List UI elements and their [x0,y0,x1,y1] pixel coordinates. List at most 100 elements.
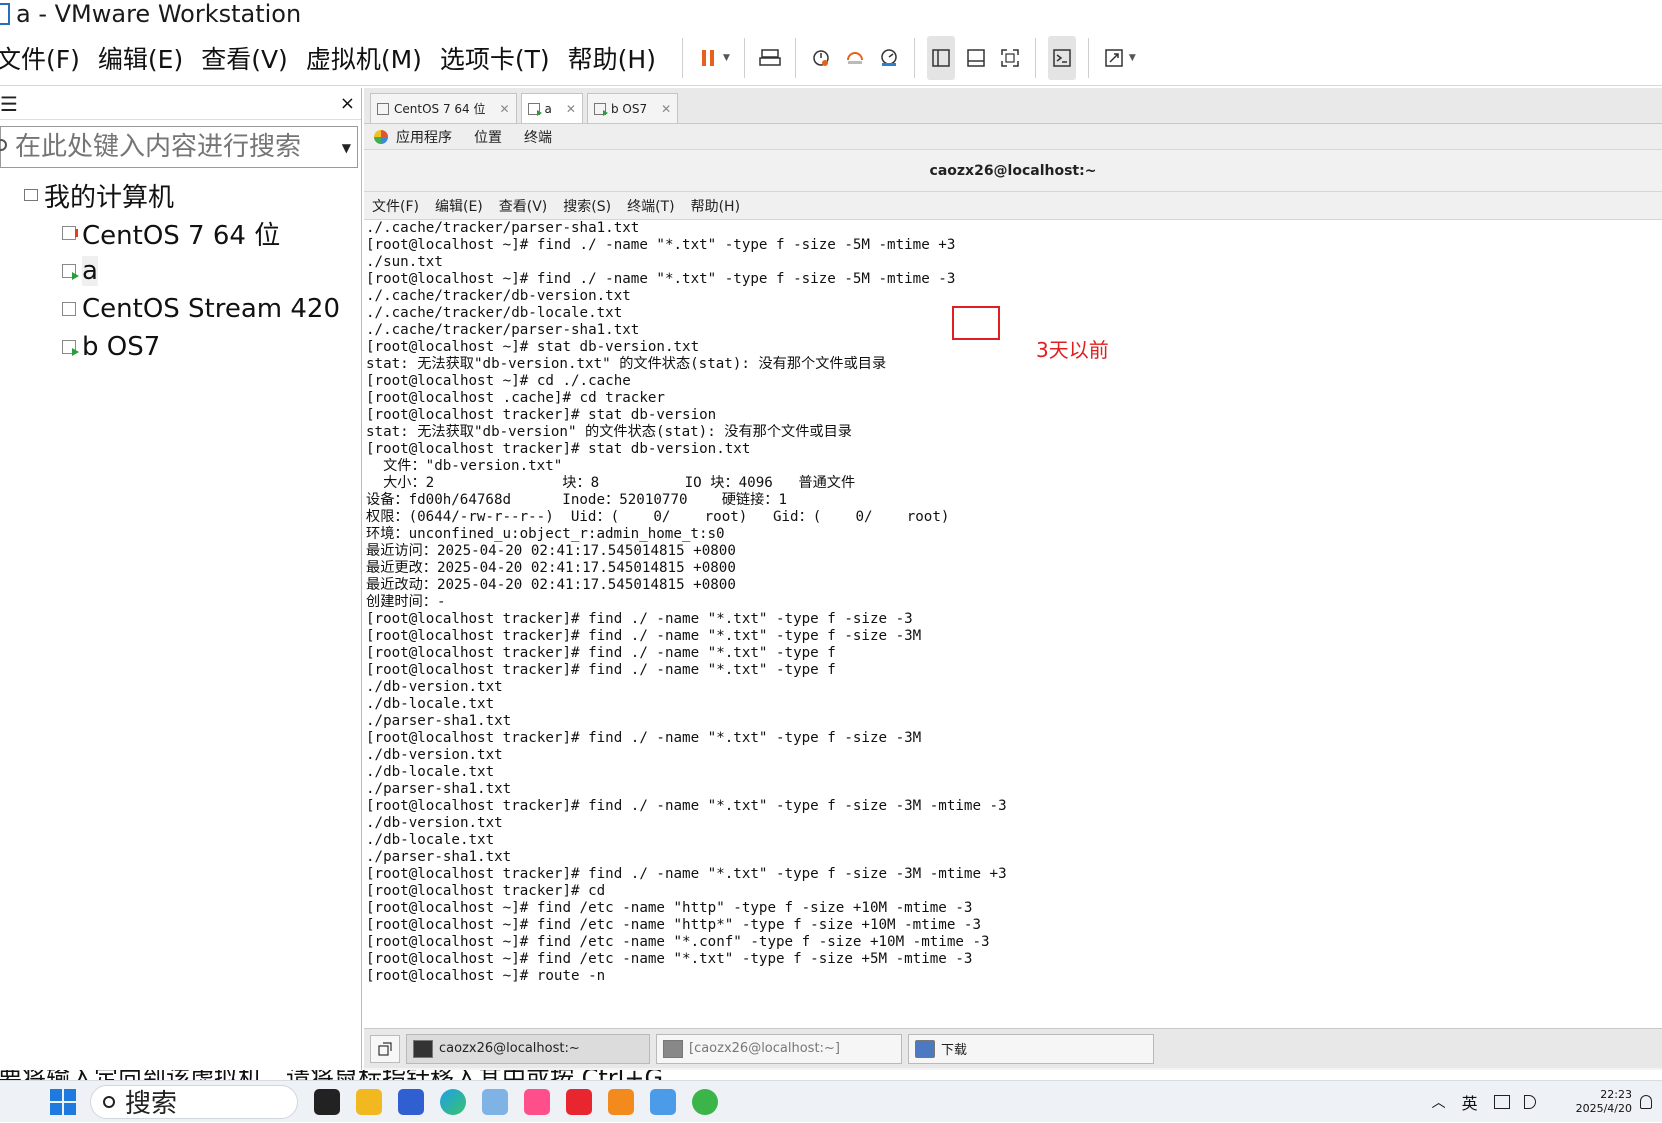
input-language-indicator[interactable]: 英 [1462,1090,1478,1114]
photos-icon[interactable] [482,1088,508,1115]
terminal-line: 最近访问：2025-04-20 02:41:17.545014815 +0800 [366,543,736,559]
terminal-menu-view[interactable]: 查看(V) [499,196,548,216]
terminal-line: [root@localhost ~]# cd ./.cache [366,373,631,389]
guest-task-terminal[interactable]: caozx26@localhost:~ [406,1033,650,1064]
network-icon[interactable] [1493,1095,1510,1109]
terminal-line: ./sun.txt [366,254,443,270]
terminal-line: [root@localhost tracker]# find ./ -name … [366,628,922,644]
library-view-icon[interactable] [926,35,955,80]
tree-item-b-os7[interactable]: b OS7 [62,328,361,366]
terminal-menu-help[interactable]: 帮助(H) [691,196,740,216]
terminal-line: ./parser-sha1.txt [366,713,512,729]
vm-suspended-icon [62,226,78,240]
send-ctrl-alt-del-icon[interactable] [757,45,783,71]
vm-tab-icon [527,102,542,116]
stretch-icon[interactable] [1101,45,1127,71]
library-search-input[interactable] [1,132,321,162]
thumbnail-bar-icon[interactable] [963,45,989,71]
menu-edit[interactable]: 编辑(E) [98,40,183,76]
close-icon[interactable]: × [340,93,355,114]
edge-browser-icon[interactable] [440,1088,466,1115]
menu-help[interactable]: 帮助(H) [568,40,656,76]
terminal-line: 创建时间：- [366,594,446,610]
tab-label: CentOS 7 64 位 [394,102,486,116]
terminal-line: [root@localhost ~]# find /etc -name "htt… [366,900,973,916]
clock[interactable]: 22:23 2025/4/20 [1576,1088,1632,1116]
terminal-line: 最近改动：2025-04-20 02:41:17.545014815 +0800 [366,577,736,593]
tree-root-my-computer[interactable]: 我的计算机 [24,176,361,214]
snapshot-manager-icon[interactable] [876,45,902,71]
wps-office-icon[interactable] [566,1088,592,1115]
tree-item-a[interactable]: a [62,252,361,290]
tab-a[interactable]: a ✕ [520,93,583,123]
terminal-line: [root@localhost ~]# find ./ -name "*.txt… [366,237,956,253]
library-header: ☰ × [0,88,361,120]
windows-search-box[interactable]: 搜索 [90,1084,298,1119]
menu-view[interactable]: 查看(V) [201,40,288,76]
library-menu-icon[interactable]: ☰ [0,92,18,116]
notification-icon[interactable] [1640,1095,1652,1109]
music-app-icon[interactable] [524,1088,550,1115]
tree-item-centos-stream[interactable]: CentOS Stream 420 [62,290,361,328]
terminal-menu-file[interactable]: 文件(F) [372,196,419,216]
gnome-menu-places[interactable]: 位置 [474,127,502,147]
terminal-menu-search[interactable]: 搜索(S) [563,196,611,216]
show-desktop-icon[interactable] [370,1034,400,1063]
terminal-menu-terminal[interactable]: 终端(T) [627,196,674,216]
menu-toolbar: 文件(F) 编辑(E) 查看(V) 虚拟机(M) 选项卡(T) 帮助(H) ▼ … [0,30,1662,86]
terminal-line: [root@localhost tracker]# find ./ -name … [366,730,922,746]
pause-icon[interactable] [695,45,721,71]
gnome-menu-terminal[interactable]: 终端 [524,127,552,147]
guest-task-terminal-2[interactable]: [caozx26@localhost:~] [656,1033,902,1064]
close-icon[interactable]: ✕ [661,102,671,116]
tree-item-centos7[interactable]: CentOS 7 64 位 [62,214,361,252]
windows-start-icon[interactable] [50,1088,76,1115]
chevron-up-icon[interactable]: ︿ [1432,1092,1446,1112]
vmware-taskbar-icon[interactable] [608,1088,634,1115]
windows-taskbar: 搜索 ︿ 英 22:23 2025/4/20 [0,1080,1662,1122]
snapshot-icon[interactable] [808,45,834,71]
app-icon[interactable] [650,1088,676,1115]
terminal-line: ./db-version.txt [366,815,503,831]
store-icon[interactable] [398,1088,424,1115]
revert-snapshot-icon[interactable] [842,45,868,71]
terminal-line: ./db-version.txt [366,679,503,695]
console-view-icon[interactable] [1047,35,1076,80]
terminal-line: [root@localhost tracker]# cd [366,883,606,899]
terminal-menu-edit[interactable]: 编辑(E) [435,196,483,216]
vm-console-area: CentOS 7 64 位 ✕ a ✕ b OS7 ✕ 应用程序 位置 终端 c… [364,88,1662,1070]
terminal-line: ./.cache/tracker/db-locale.txt [366,305,623,321]
library-search[interactable]: ▼ [0,126,358,168]
menu-file[interactable]: 文件(F) [0,40,80,76]
tab-centos7[interactable]: CentOS 7 64 位 ✕ [370,93,517,123]
close-icon[interactable]: ✕ [566,102,576,116]
guest-task-downloads[interactable]: 下载 [908,1033,1154,1064]
fullscreen-icon[interactable] [997,45,1023,71]
terminal-line: [root@localhost ~]# find /etc -name "htt… [366,917,981,933]
terminal-output[interactable]: ./.cache/tracker/parser-sha1.txt [root@lo… [364,220,1662,1028]
tree-item-label: CentOS Stream 420 [82,294,341,324]
terminal-line: ./.cache/tracker/parser-sha1.txt [366,322,640,338]
close-icon[interactable]: ✕ [499,102,509,116]
vm-running-icon [62,340,79,356]
library-pane: ☰ × ▼ 我的计算机 CentOS 7 64 位 a CentOS Strea… [0,88,362,1070]
clock-time: 22:23 [1600,1088,1632,1101]
gnome-top-panel: 应用程序 位置 终端 [364,124,1662,150]
volume-icon[interactable] [1523,1095,1536,1109]
tab-b-os7[interactable]: b OS7 ✕ [586,93,679,123]
menu-tabs[interactable]: 选项卡(T) [440,40,550,76]
chevron-down-icon[interactable]: ▼ [342,141,351,155]
file-explorer-icon[interactable] [356,1088,382,1115]
terminal-line: ./db-locale.txt [366,696,495,712]
stretch-dropdown-chevron-icon[interactable]: ▼ [1129,53,1136,63]
tab-label: b OS7 [610,101,648,116]
terminal-line: ./parser-sha1.txt [366,781,512,797]
menu-vm[interactable]: 虚拟机(M) [306,40,422,76]
task-view-icon[interactable] [314,1088,340,1115]
wechat-icon[interactable] [692,1088,718,1115]
terminal-line: 最近更改：2025-04-20 02:41:17.545014815 +0800 [366,560,736,576]
pause-dropdown-chevron-icon[interactable]: ▼ [723,53,730,63]
status-text: 要将输入定向到该虚拟机，请将鼠标指针移入其中或按 Ctrl+G。 [0,1070,687,1080]
gnome-menu-applications[interactable]: 应用程序 [396,127,452,147]
vm-off-icon [62,302,76,316]
